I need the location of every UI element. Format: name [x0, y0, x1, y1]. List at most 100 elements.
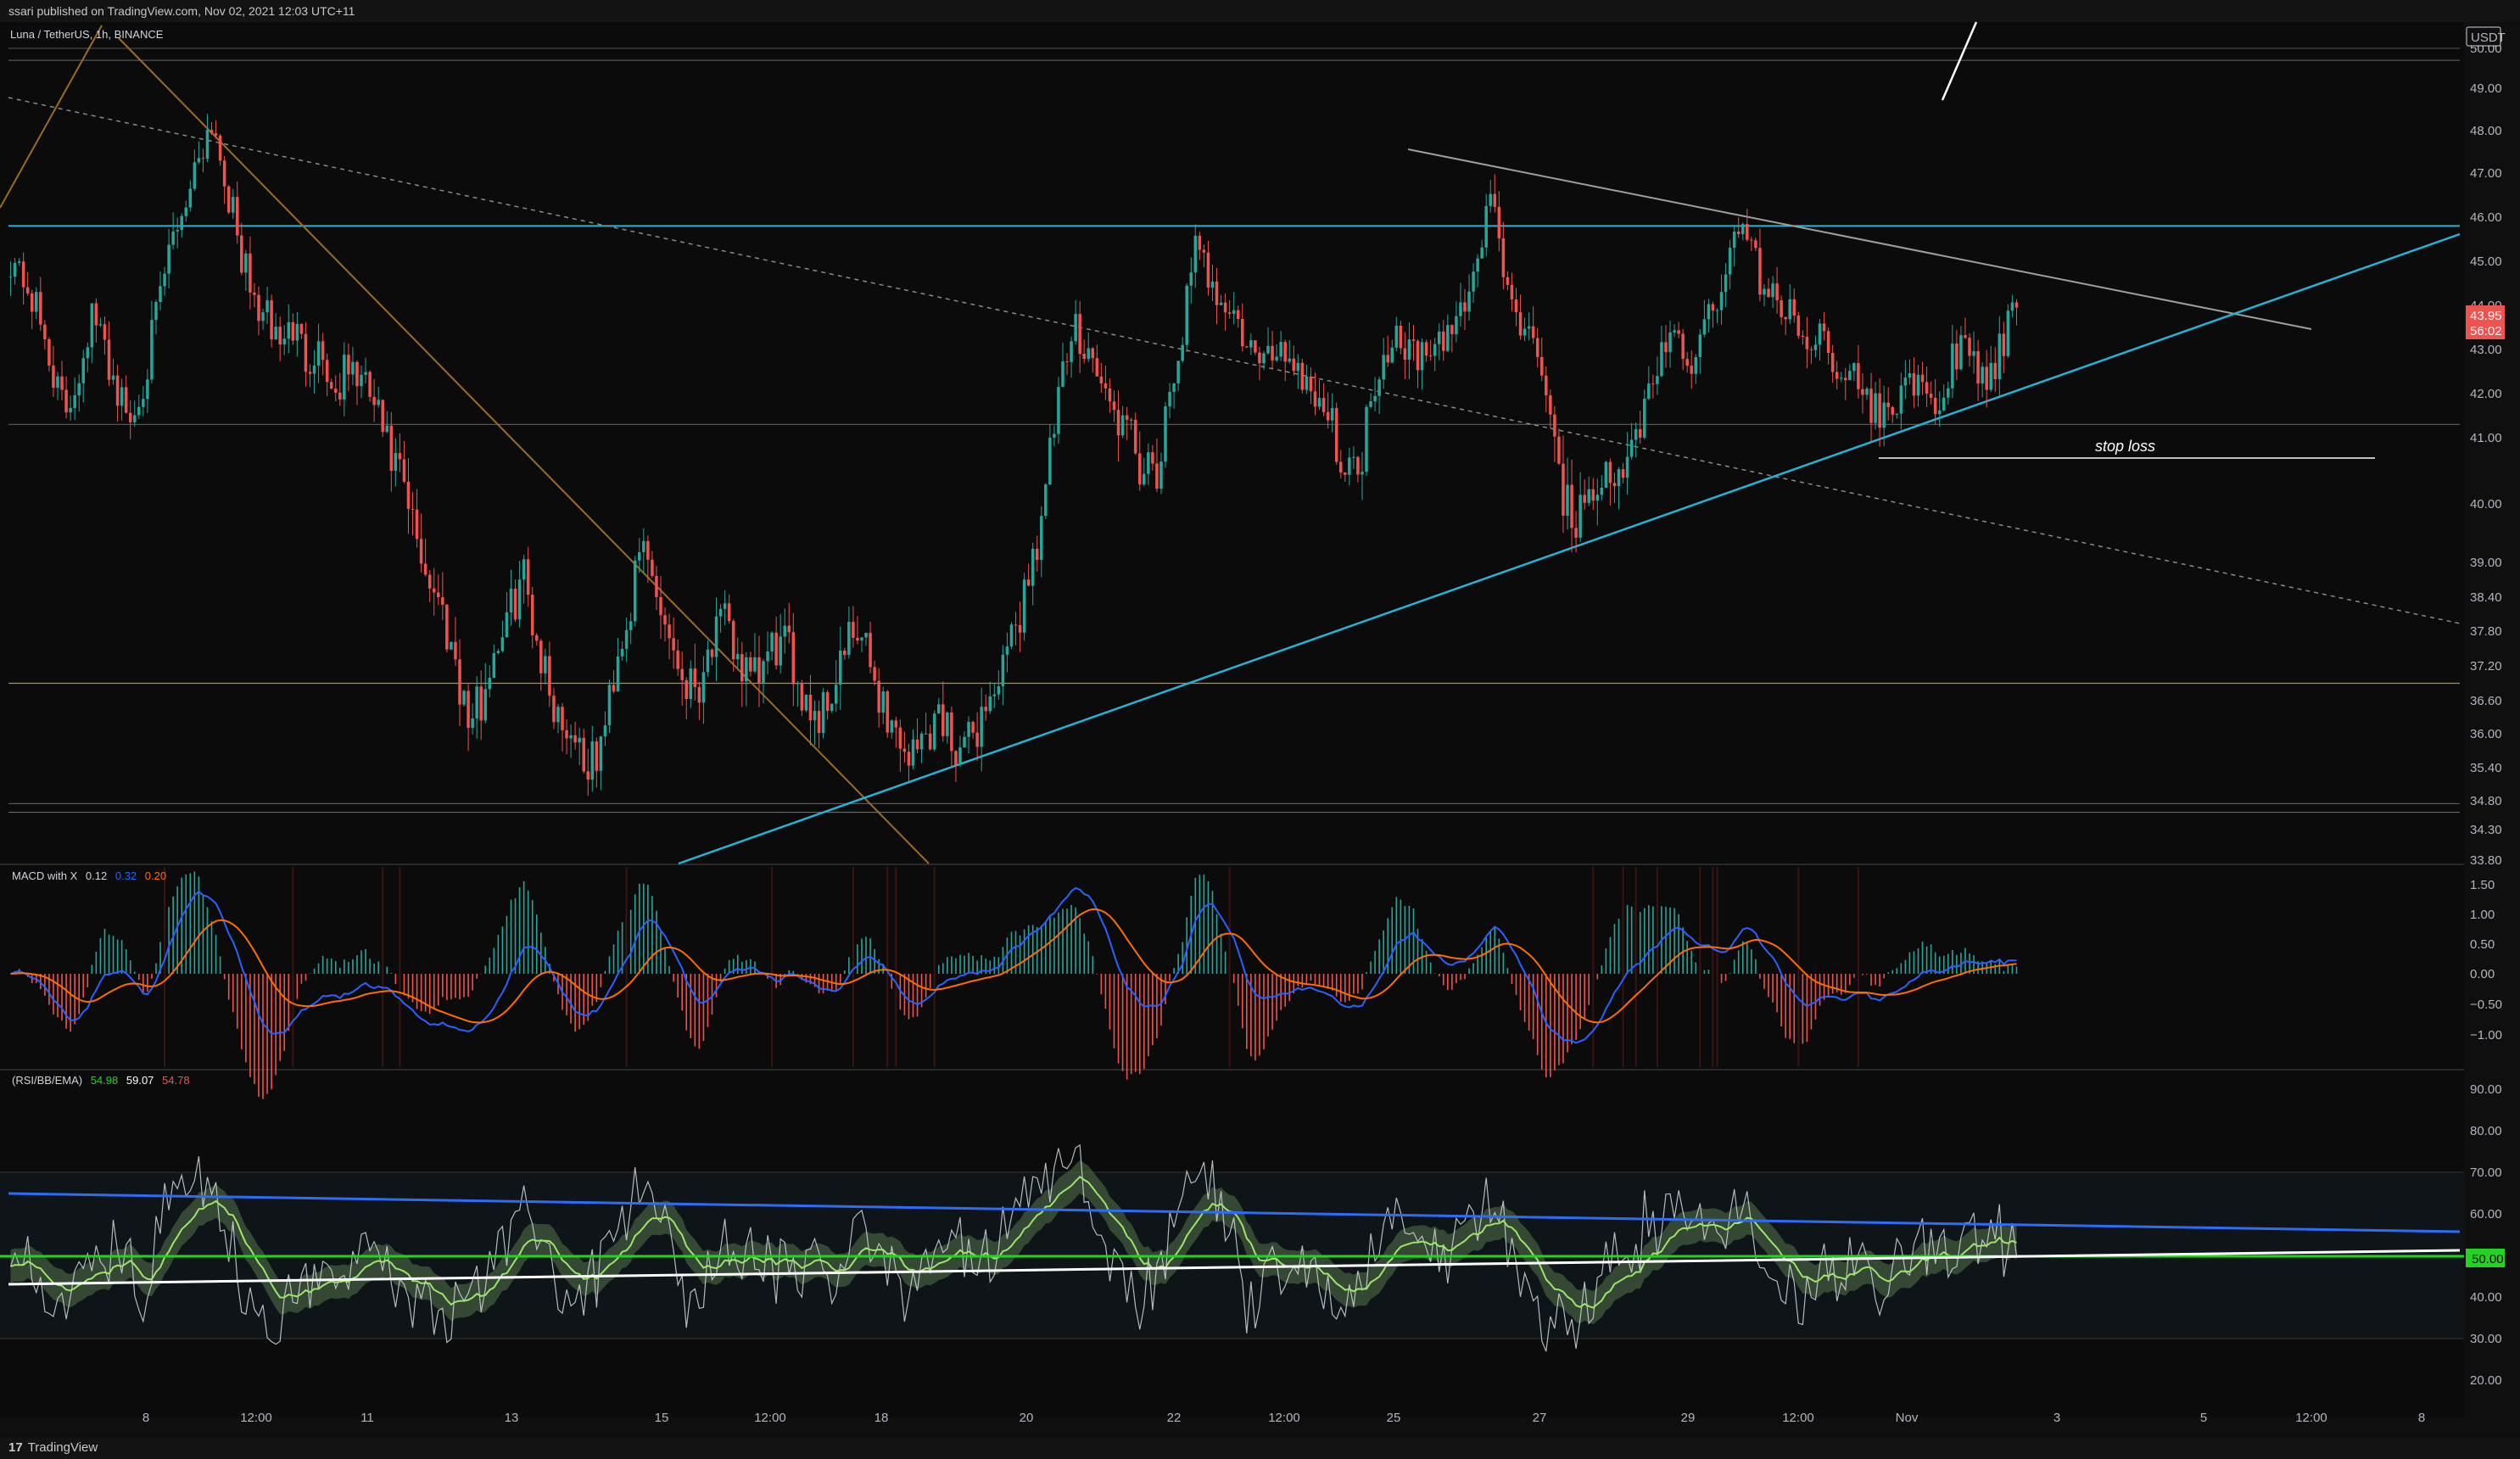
time-tick-label: 12:00	[1782, 1411, 1814, 1425]
candle-body	[1394, 325, 1399, 348]
candle-body	[548, 656, 551, 696]
candle-body	[385, 425, 389, 433]
candle-body	[1338, 461, 1343, 472]
stop-loss-label[interactable]: stop loss	[2095, 438, 2155, 455]
candle-body	[94, 303, 98, 326]
candle-body	[394, 453, 398, 471]
candle-body	[1972, 351, 1975, 356]
candle-body	[894, 720, 898, 728]
candle-body	[787, 625, 791, 633]
candle-body	[946, 713, 949, 736]
candle-body	[718, 608, 723, 617]
candle-body	[398, 453, 402, 460]
candle-body	[1792, 299, 1796, 316]
candle-body	[932, 713, 936, 750]
candle-body	[419, 539, 423, 564]
candle-body	[1164, 406, 1167, 462]
candle-body	[1403, 348, 1407, 361]
candle-body	[450, 641, 453, 650]
candle-body	[240, 235, 243, 273]
candle-body	[124, 387, 128, 413]
candle-body	[1903, 377, 1908, 386]
candle-body	[1155, 463, 1159, 489]
candle-body	[749, 657, 752, 672]
candle-body	[1484, 205, 1488, 248]
candle-body	[898, 727, 902, 749]
candle-body	[1587, 489, 1590, 503]
macd-tick-label: 1.00	[2470, 908, 2495, 922]
candle-body	[1539, 357, 1544, 376]
countdown-value: 56:02	[2470, 324, 2502, 338]
candle-body	[1390, 347, 1394, 363]
candle-body	[1463, 302, 1467, 312]
candle-body	[971, 721, 975, 733]
macd-legend-value-3: 0.20	[145, 869, 166, 882]
time-tick-label: 22	[1167, 1411, 1182, 1425]
candle-body	[467, 690, 470, 729]
candle-body	[1001, 654, 1005, 687]
candle-body	[1612, 483, 1617, 487]
candle-body	[1472, 271, 1475, 292]
candle-body	[287, 321, 291, 339]
candle-body	[1694, 356, 1698, 374]
candle-body	[1433, 344, 1437, 356]
candle-body	[1985, 366, 1988, 390]
tradingview-brand[interactable]: 17 TradingView	[8, 1440, 98, 1455]
candle-body	[146, 379, 149, 400]
candle-body	[64, 389, 68, 413]
candle-body	[1869, 389, 1873, 423]
candle-body	[2010, 302, 2014, 311]
candle-body	[565, 730, 568, 739]
candle-body	[1591, 489, 1595, 501]
candle-body	[171, 231, 175, 245]
candle-body	[573, 735, 577, 743]
candle-body	[1857, 363, 1860, 389]
candle-body	[343, 355, 346, 400]
candle-body	[766, 651, 769, 662]
candle-body	[860, 637, 863, 641]
candle-body	[1848, 371, 1852, 381]
candle-body	[1266, 345, 1270, 354]
candle-body	[1236, 310, 1240, 319]
candle-body	[530, 594, 534, 635]
candle-body	[1087, 348, 1091, 360]
candle-body	[552, 696, 556, 723]
candle-body	[1181, 344, 1184, 361]
candle-body	[1912, 373, 1916, 396]
chart-canvas[interactable]: 50.0049.0048.0047.0046.0045.0044.0043.00…	[0, 0, 2520, 1459]
candle-body	[1947, 388, 1950, 398]
candle-body	[1386, 355, 1389, 363]
candle-body	[1651, 383, 1655, 385]
candle-body	[1925, 382, 1929, 394]
candle-body	[90, 303, 94, 348]
candle-body	[445, 604, 449, 650]
candle-body	[1437, 331, 1441, 344]
candle-body	[364, 372, 367, 375]
candle-body	[1497, 206, 1501, 238]
candle-body	[1296, 362, 1300, 372]
candle-body	[270, 300, 273, 339]
time-tick-label: 12:00	[754, 1411, 786, 1425]
candle-body	[1206, 252, 1210, 288]
price-tick-label: 43.00	[2470, 343, 2502, 357]
candle-body	[1185, 285, 1188, 345]
candle-body	[834, 685, 838, 704]
time-tick-label: 27	[1533, 1411, 1547, 1425]
candle-body	[163, 273, 166, 287]
candle-body	[13, 262, 17, 277]
candle-body	[1634, 428, 1638, 440]
candle-body	[1455, 316, 1458, 334]
time-tick-label: 15	[655, 1411, 669, 1425]
candle-body	[1467, 291, 1471, 312]
candle-body	[402, 459, 406, 482]
candle-body	[411, 508, 415, 510]
price-tick-label: 49.00	[2470, 81, 2502, 96]
candle-body	[333, 389, 338, 393]
candle-body	[274, 327, 277, 339]
candle-body	[513, 589, 517, 620]
candle-body	[128, 412, 132, 422]
time-tick-label: 25	[1387, 1411, 1401, 1425]
candle-body	[432, 588, 436, 593]
time-tick-label: 12:00	[1268, 1411, 1300, 1425]
candle-body	[642, 540, 645, 552]
